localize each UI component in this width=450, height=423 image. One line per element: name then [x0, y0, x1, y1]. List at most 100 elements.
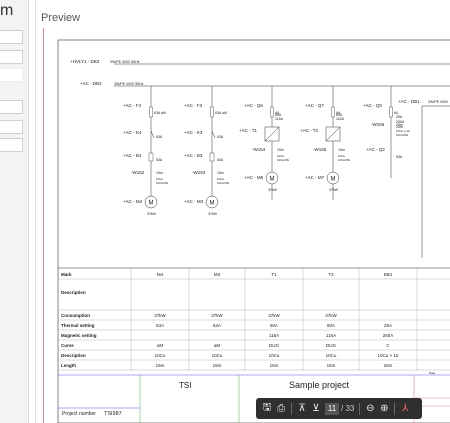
save-icon[interactable]: 🖫: [260, 402, 274, 416]
table-cell: 116A: [326, 333, 336, 338]
table-row-header: Description: [61, 353, 86, 358]
fuse-label: +AC - F3: [184, 103, 203, 108]
left-field-1[interactable]: [0, 30, 23, 44]
project-number-label: Project number: [62, 411, 96, 417]
cable-spec: 10Cu x 10 10Cu/PE: [396, 129, 410, 137]
page-down-icon[interactable]: ⊻: [309, 402, 323, 416]
table-cell: 116A: [269, 333, 279, 338]
table-row-header: Mark: [61, 272, 72, 277]
company-name: TSI: [179, 381, 191, 390]
vfd-rating: 80A 116A: [336, 113, 345, 121]
fuse-symbol: [389, 106, 393, 118]
cable-label: -W152: [131, 170, 145, 175]
project-number: TSI987: [104, 411, 122, 417]
table-cell: 250A: [383, 333, 394, 338]
cable-length: 25m: [396, 123, 403, 127]
table-cell: 37kW: [211, 313, 223, 318]
panel-divider: [35, 0, 36, 423]
breaker-rating: 63A: [396, 155, 403, 159]
zoom-in-icon[interactable]: ⊕: [377, 402, 391, 416]
toolbar-separator: [394, 402, 396, 415]
table-cell: 37kW: [154, 313, 166, 318]
fuse-symbol: [270, 106, 274, 118]
page-up-icon[interactable]: ⊼: [295, 402, 309, 416]
fuse-symbol: [210, 106, 214, 118]
table-cell: 25A: [384, 323, 392, 328]
left-panel-title: m: [0, 2, 14, 19]
motor-label: +AC - M7: [305, 175, 325, 180]
fuse-rating: 63A aM: [215, 111, 227, 115]
relay-symbol: [209, 152, 215, 162]
table-cell: 63A: [213, 323, 221, 328]
page-number-input[interactable]: 11: [325, 402, 339, 415]
left-field-4[interactable]: [0, 100, 23, 114]
cable-spec: 10Cu 10Cu/PE: [217, 177, 229, 185]
bus-2-spec: 3/N/PE 400V 50Hz: [114, 82, 144, 86]
contactor-symbol: [150, 130, 155, 139]
fuse-symbol: [149, 106, 153, 118]
table-cell: 10Cu: [212, 353, 223, 358]
acrobat-icon[interactable]: ⅄: [398, 402, 412, 416]
table-cell: aM: [157, 343, 164, 348]
motor-label: +AC - M4: [123, 199, 143, 204]
table-cell: 15m: [270, 363, 279, 368]
motor-letter: M: [270, 177, 275, 183]
table-cell: DUG: [326, 343, 336, 348]
motor-power: 37kW: [329, 188, 339, 192]
zoom-out-icon[interactable]: ⊖: [363, 402, 377, 416]
table-cell: 63A: [156, 323, 164, 328]
date-label: Date: [429, 371, 436, 375]
document-page: +HVLY1 - DB3 3/N/PE 400V 50Hz +AC - DB2 …: [43, 28, 450, 423]
print-icon[interactable]: ⎙: [274, 402, 288, 416]
contactor-label: +AC - K4: [123, 130, 142, 135]
cable-spec: 10Cu 10Cu/PE: [338, 154, 350, 162]
motor-letter: M: [331, 177, 336, 183]
motor-letter: M: [210, 201, 215, 207]
fuse-rating: 63A aM: [154, 111, 166, 115]
data-table: Mark Description Consumption Thermal settin…: [57, 267, 450, 371]
table-cell: T1: [271, 272, 277, 277]
table-cell: T2: [328, 272, 334, 277]
fuse-symbol: [331, 106, 335, 118]
cable-length: 15m: [338, 148, 345, 152]
left-field-6[interactable]: [0, 138, 23, 152]
table-cell: 10Cu: [269, 353, 280, 358]
contactor-symbol: [211, 130, 216, 139]
table-cell: 80A: [270, 323, 278, 328]
contactor-rating: 63A: [156, 135, 163, 139]
cable-length: 15m: [217, 171, 224, 175]
table-row-header: Thermal setting: [61, 323, 95, 328]
vfd-label: +AC - T1: [239, 128, 258, 133]
table-cell: 10Cu × 10: [378, 353, 399, 358]
fuse-label: +AC - Q5: [363, 103, 382, 108]
relay-label: +AC - B3: [184, 153, 203, 158]
motor-power: 37kW: [268, 188, 278, 192]
left-field-2[interactable]: [0, 50, 23, 64]
table-row-header: Magnetic setting: [61, 333, 97, 338]
toolbar-separator: [291, 402, 292, 415]
motor-power: 37kW: [208, 212, 218, 216]
schematic-drawing: +HVLY1 - DB3 3/N/PE 400V 50Hz +AC - DB2 …: [57, 39, 450, 423]
left-field-3[interactable]: [0, 68, 23, 82]
q5-rating: 25A: [396, 115, 403, 119]
table-cell: 37kW: [268, 313, 280, 318]
table-cell: 80A: [327, 323, 335, 328]
cable-spec: 10Cu 10Cu/PE: [156, 177, 168, 185]
table-cell: aM: [214, 343, 221, 348]
preview-title: Preview: [41, 12, 81, 24]
left-field-5[interactable]: [0, 120, 23, 134]
table-cell: 15m: [213, 363, 222, 368]
table-cell: 15m: [327, 363, 336, 368]
relay-rating: 63A: [217, 158, 224, 162]
contactor-label: +AC - K3: [184, 130, 203, 135]
cable-length: 15m: [156, 171, 163, 175]
fuse-label: +AC - Q7: [305, 103, 324, 108]
cable-length: 15m: [277, 148, 284, 152]
table-cell: DB1: [384, 272, 393, 277]
project-name: Sample project: [289, 380, 350, 390]
bus-1-spec: 3/N/PE 400V 50Hz: [110, 60, 140, 64]
table-cell: DUG: [269, 343, 279, 348]
table-row-header: Description: [61, 290, 86, 295]
breaker-label: +AC - Q2: [366, 147, 385, 152]
cable-spec: 10Cu 10Cu/PE: [277, 154, 289, 162]
